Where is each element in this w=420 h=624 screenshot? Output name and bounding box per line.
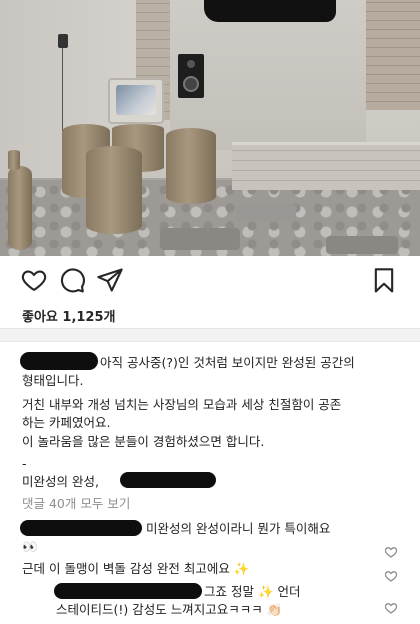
photo-wall-outlet: [58, 34, 68, 48]
photo-stone-slab: [160, 228, 240, 250]
comment-like-heart-icon[interactable]: [384, 600, 398, 614]
comment-like-heart-icon[interactable]: [384, 544, 398, 558]
caption-line: 형태입니다.: [22, 373, 84, 388]
section-divider: [0, 328, 420, 342]
comment-bubble-icon[interactable]: [58, 266, 86, 294]
post-photo[interactable]: [0, 0, 420, 256]
comment-reply-text: 스테이티드(!) 감성도 느껴지고요ㅋㅋㅋ 👏🏻: [56, 602, 283, 617]
likes-count[interactable]: 좋아요 1,125개: [22, 306, 116, 325]
comment-like-heart-icon[interactable]: [384, 568, 398, 582]
caption-line: 이 놀라움을 많은 분들이 경험하셨으면 합니다.: [22, 434, 265, 449]
photo-stone-slab: [236, 204, 296, 222]
bookmark-icon[interactable]: [370, 266, 398, 294]
caption-line: 아직 공사중(?)인 것처럼 보이지만 완성된 공간의: [100, 355, 355, 370]
photo-wood-stump: [8, 150, 20, 170]
redacted-username: [20, 520, 142, 536]
paper-plane-icon[interactable]: [96, 266, 124, 294]
post-action-bar: [0, 262, 420, 300]
photo-retro-tv: [108, 78, 164, 124]
comment-text: 근데 이 돌맹이 벽돌 감성 완전 최고에요 ✨: [22, 561, 250, 576]
photo-speaker: [178, 54, 204, 98]
comment-text: 👀: [22, 539, 38, 554]
redacted-username: [20, 352, 98, 370]
photo-wood-stump: [8, 166, 32, 250]
redacted-username: [54, 583, 202, 599]
view-all-comments-link[interactable]: 댓글 40개 모두 보기: [22, 495, 130, 512]
caption-line: -: [22, 456, 27, 471]
photo-wood-stump: [86, 146, 142, 234]
photo-brick-wall: [366, 0, 420, 110]
photo-wood-stump: [166, 128, 216, 204]
caption-line: 미완성의 완성,: [22, 474, 99, 489]
heart-outline-icon[interactable]: [20, 266, 48, 294]
photo-stone-ledge: [232, 142, 420, 190]
redacted-overlay: [204, 0, 336, 22]
comment-reply-text: 그죠 정말 ✨ 언더: [204, 584, 301, 599]
comment-text: 미완성의 완성이라니 뭔가 특이해요: [146, 521, 331, 536]
redacted-hashtag: [120, 472, 216, 488]
caption-line: 거친 내부와 개성 넘치는 사장님의 모습과 세상 친절함이 공존: [22, 397, 342, 412]
caption-line: 하는 카페였어요.: [22, 415, 111, 430]
photo-stone-slab: [326, 236, 398, 254]
